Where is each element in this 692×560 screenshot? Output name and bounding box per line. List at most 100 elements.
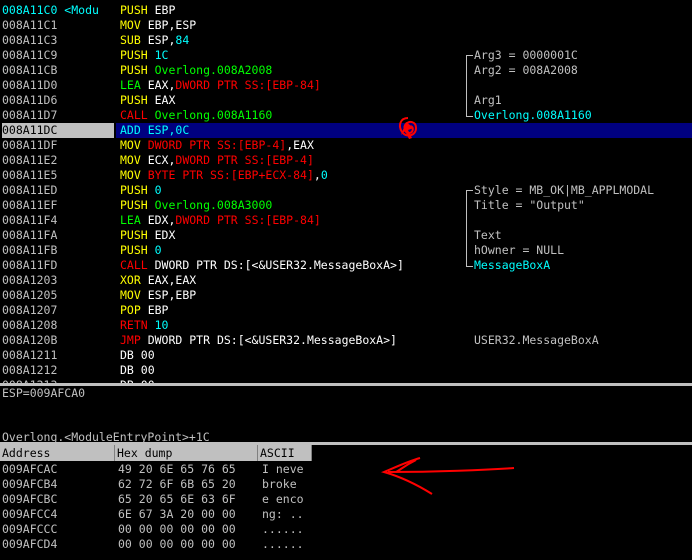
disasm-address[interactable]: 008A1207: [2, 303, 114, 318]
disasm-instruction[interactable]: PUSH 0: [120, 243, 162, 258]
dump-row[interactable]: 009AFCD4 00 00 00 00 00 00......: [0, 537, 692, 552]
dump-row[interactable]: 009AFCCC 00 00 00 00 00 00......: [0, 522, 692, 537]
disasm-row[interactable]: 008A1207 POP EBP: [0, 303, 692, 318]
disasm-instruction[interactable]: XOR EAX,EAX: [120, 273, 196, 288]
dump-ascii: ......: [262, 537, 304, 551]
disasm-instruction[interactable]: PUSH EAX: [120, 93, 175, 108]
dump-row[interactable]: 009AFCBC 65 20 65 6E 63 6F e enco: [0, 492, 692, 507]
disasm-instruction[interactable]: DB 00: [120, 363, 155, 378]
disasm-row[interactable]: 008A1211 DB 00: [0, 348, 692, 363]
instruction-token: ESP,: [147, 33, 176, 47]
current-instruction-highlight: [116, 123, 692, 138]
disasm-instruction[interactable]: CALL DWORD PTR DS:[<&USER32.MessageBoxA>…: [120, 258, 404, 273]
instruction-token: CALL: [120, 258, 155, 272]
instruction-token: ,: [313, 168, 321, 182]
disasm-instruction[interactable]: SUB ESP,84: [120, 33, 189, 48]
disasm-row[interactable]: 008A11DF MOV DWORD PTR SS:[EBP-4],EAX: [0, 138, 692, 153]
disasm-address[interactable]: 008A1208: [2, 318, 114, 333]
disasm-row[interactable]: 008A11C3 SUB ESP,84: [0, 33, 692, 48]
dump-address: 009AFCCC: [2, 522, 58, 536]
disasm-address[interactable]: 008A1211: [2, 348, 114, 363]
disasm-address[interactable]: 008A11C0 <Modu: [2, 3, 114, 18]
dump-row[interactable]: 009AFCB4 62 72 6F 6B 65 20 broke: [0, 477, 692, 492]
disasm-instruction[interactable]: RETN 10: [120, 318, 168, 333]
disasm-instruction[interactable]: POP EBP: [120, 303, 168, 318]
disasm-address[interactable]: 008A11DF: [2, 138, 114, 153]
disasm-instruction[interactable]: PUSH 1C: [120, 48, 168, 63]
disasm-address[interactable]: 008A11E2: [2, 153, 114, 168]
disasm-row[interactable]: 008A11DC ADD ESP,0C: [0, 123, 692, 138]
disasm-row[interactable]: 008A11D0 LEA EAX,DWORD PTR SS:[EBP-84]: [0, 78, 692, 93]
instruction-token: MOV: [120, 18, 148, 32]
disasm-row[interactable]: 008A120B JMP DWORD PTR DS:[<&USER32.Messa…: [0, 333, 692, 348]
disasm-address[interactable]: 008A11FA: [2, 228, 114, 243]
disasm-instruction[interactable]: PUSH Overlong.008A2008: [120, 63, 272, 78]
disasm-instruction[interactable]: LEA EDX,DWORD PTR SS:[EBP-84]: [120, 213, 321, 228]
dump-ascii: e enco: [262, 492, 304, 506]
disasm-instruction[interactable]: LEA EAX,DWORD PTR SS:[EBP-84]: [120, 78, 321, 93]
disasm-address[interactable]: 008A11D7: [2, 108, 114, 123]
disasm-row[interactable]: 008A11D6 PUSH EAX Arg1: [0, 93, 692, 108]
disassembly-pane[interactable]: 008A11C0 <Modu PUSH EBP 008A11C1 MOV EBP,ES…: [0, 0, 692, 383]
disasm-instruction[interactable]: PUSH 0: [120, 183, 162, 198]
disasm-address[interactable]: 008A1212: [2, 363, 114, 378]
disasm-row[interactable]: 008A11FA PUSH EDX Text: [0, 228, 692, 243]
disasm-row[interactable]: 008A11ED PUSH 0 Style = MB_OK|MB_APPLMODAL: [0, 183, 692, 198]
column-header-ascii[interactable]: ASCII: [258, 445, 312, 461]
disasm-row[interactable]: 008A11FB PUSH 0 hOwner = NULL: [0, 243, 692, 258]
disasm-address[interactable]: 008A11DC: [2, 123, 114, 138]
disasm-row[interactable]: 008A11EF PUSH Overlong.008A3000 Title = "O…: [0, 198, 692, 213]
disasm-address[interactable]: 008A11FD: [2, 258, 114, 273]
disasm-address[interactable]: 008A1205: [2, 288, 114, 303]
disasm-row[interactable]: 008A11E5 MOV BYTE PTR SS:[EBP+ECX-84],0: [0, 168, 692, 183]
disasm-row[interactable]: 008A1212 DB 00: [0, 363, 692, 378]
disasm-instruction[interactable]: MOV DWORD PTR SS:[EBP-4],EAX: [120, 138, 314, 153]
disasm-instruction[interactable]: PUSH EBP: [120, 3, 175, 18]
disasm-address[interactable]: 008A11FB: [2, 243, 114, 258]
disasm-address[interactable]: 008A11E5: [2, 168, 114, 183]
disasm-address[interactable]: 008A11C1: [2, 18, 114, 33]
disasm-row[interactable]: 008A11CB PUSH Overlong.008A2008 Arg2 = 008…: [0, 63, 692, 78]
disasm-address[interactable]: 008A11F4: [2, 213, 114, 228]
disasm-row[interactable]: 008A11C9 PUSH 1C Arg3 = 0000001C: [0, 48, 692, 63]
disasm-instruction[interactable]: DB 00: [120, 348, 155, 363]
column-header-hex-dump[interactable]: Hex dump: [115, 445, 258, 461]
disasm-instruction[interactable]: MOV EBP,ESP: [120, 18, 196, 33]
instruction-token: DWORD PTR DS:[<&USER32.MessageBoxA>]: [154, 258, 404, 272]
instruction-token: Overlong.008A3000: [154, 198, 273, 212]
dump-row[interactable]: 009AFCAC 49 20 6E 65 76 65 I neve: [0, 462, 692, 477]
disasm-address[interactable]: 008A11ED: [2, 183, 114, 198]
disasm-instruction[interactable]: PUSH Overlong.008A3000: [120, 198, 272, 213]
disasm-address[interactable]: 008A11EF: [2, 198, 114, 213]
disasm-instruction[interactable]: PUSH EDX: [120, 228, 175, 243]
dump-hex: 00 00 00 00 00 00: [118, 522, 236, 536]
disasm-address[interactable]: 008A11C3: [2, 33, 114, 48]
disasm-row[interactable]: 008A11E2 MOV ECX,DWORD PTR SS:[EBP-4]: [0, 153, 692, 168]
disasm-address[interactable]: 008A11C9: [2, 48, 114, 63]
disasm-instruction[interactable]: CALL Overlong.008A1160: [120, 108, 272, 123]
disasm-row[interactable]: 008A11D7 CALL Overlong.008A1160 Overlong.0…: [0, 108, 692, 123]
disasm-row[interactable]: 008A1203 XOR EAX,EAX: [0, 273, 692, 288]
disasm-instruction[interactable]: MOV ECX,DWORD PTR SS:[EBP-4]: [120, 153, 314, 168]
disasm-comment: Text: [474, 228, 502, 242]
disasm-instruction[interactable]: ADD ESP,0C: [120, 123, 189, 138]
disasm-row[interactable]: 008A1208 RETN 10: [0, 318, 692, 333]
disasm-instruction[interactable]: JMP DWORD PTR DS:[<&USER32.MessageBoxA>]: [120, 333, 397, 348]
memory-dump-pane[interactable]: Address Hex dump ASCII 009AFCAC 49 20 6E …: [0, 445, 692, 560]
disasm-row[interactable]: 008A11F4 LEA EDX,DWORD PTR SS:[EBP-84]: [0, 213, 692, 228]
disasm-row[interactable]: 008A11FD CALL DWORD PTR DS:[<&USER32.Mess…: [0, 258, 692, 273]
disasm-address[interactable]: 008A11D6: [2, 93, 114, 108]
disasm-address[interactable]: 008A11CB: [2, 63, 114, 78]
disasm-address[interactable]: 008A120B: [2, 333, 114, 348]
disasm-row[interactable]: 008A1205 MOV ESP,EBP: [0, 288, 692, 303]
instruction-token: LEA: [120, 213, 148, 227]
dump-row[interactable]: 009AFCC4 6E 67 3A 20 00 00 ng: ..: [0, 507, 692, 522]
disasm-instruction[interactable]: MOV BYTE PTR SS:[EBP+ECX-84],0: [120, 168, 328, 183]
disasm-address[interactable]: 008A1203: [2, 273, 114, 288]
column-header-address[interactable]: Address: [0, 445, 115, 461]
disasm-row[interactable]: 008A11C1 MOV EBP,ESP: [0, 18, 692, 33]
disasm-row[interactable]: 008A11C0 <Modu PUSH EBP: [0, 3, 692, 18]
disasm-instruction[interactable]: MOV ESP,EBP: [120, 288, 196, 303]
instruction-token: DWORD PTR SS:[EBP-4]: [147, 138, 287, 152]
disasm-address[interactable]: 008A11D0: [2, 78, 114, 93]
